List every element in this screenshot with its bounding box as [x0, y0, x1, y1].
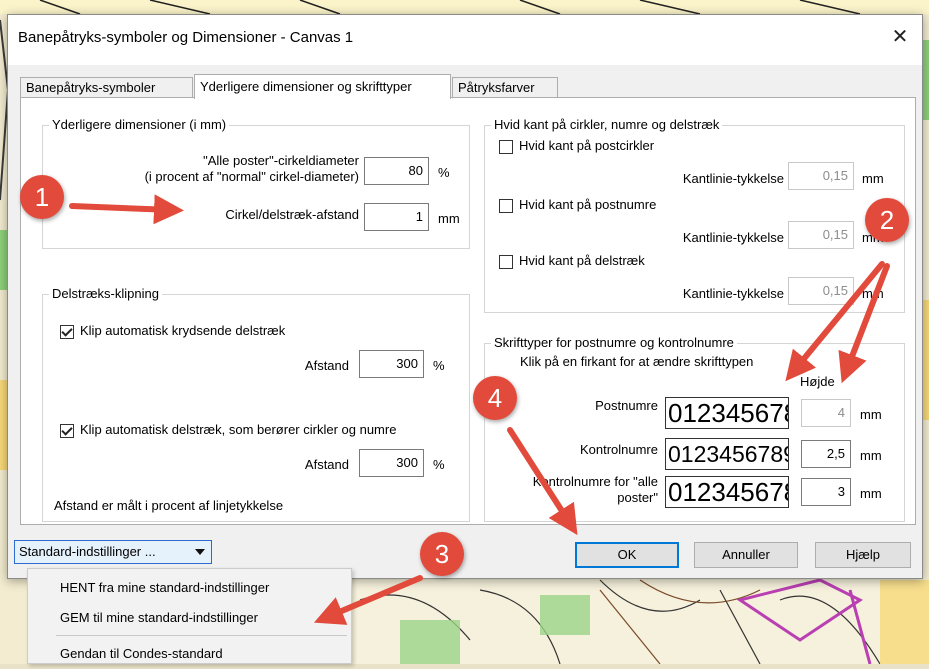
circle-leg-distance-input[interactable]: 1 — [364, 203, 429, 231]
fonts-hint: Klik på en firkant for at ændre skriftty… — [520, 354, 754, 369]
menu-item-load-defaults[interactable]: HENT fra mine standard-indstillinger — [28, 573, 351, 603]
postnumbers-height-input[interactable]: 4 — [801, 399, 851, 427]
allposts-label-2: poster" — [617, 490, 658, 505]
auto-clip-crossing-checkbox[interactable] — [60, 325, 74, 339]
title-bar: Banepåtryks-symboler og Dimensioner - Ca… — [8, 15, 922, 65]
distance-1-unit: % — [433, 358, 445, 373]
circle-diameter-input[interactable]: 80 — [364, 157, 429, 185]
distance-1-input[interactable]: 300 — [359, 350, 424, 378]
allposts-label: Kontrolnumre for "alle — [532, 474, 658, 489]
white-edge-circles-checkbox[interactable] — [499, 140, 513, 154]
tab-panel: Yderligere dimensioner (i mm) "Alle post… — [20, 97, 916, 525]
circle-diameter-sublabel: (i procent af "normal" cirkel-diameter) — [144, 169, 359, 184]
standard-settings-dropdown[interactable]: Standard-indstillinger ... — [14, 540, 212, 564]
help-button[interactable]: Hjælp — [815, 542, 911, 568]
circle-leg-distance-label: Cirkel/delstræk-afstand — [225, 207, 359, 222]
thickness-1-unit: mm — [862, 171, 884, 186]
group-dimensions-title: Yderligere dimensioner (i mm) — [49, 117, 230, 132]
callout-3-badge: 3 — [420, 532, 464, 576]
thickness-1-input[interactable]: 0,15 — [788, 162, 854, 190]
circle-leg-distance-unit: mm — [438, 211, 460, 226]
thickness-2-input[interactable]: 0,15 — [788, 221, 854, 249]
group-dimensions: Yderligere dimensioner (i mm) "Alle post… — [42, 117, 470, 249]
menu-item-restore-condes[interactable]: Gendan til Condes-standard — [28, 639, 351, 669]
thickness-3-label: Kantlinie-tykkelse — [682, 286, 784, 301]
controlnumbers-font-box[interactable]: 0123456789 — [665, 438, 789, 470]
postnumbers-height-unit: mm — [860, 407, 882, 422]
group-white-edge-title: Hvid kant på cirkler, numre og delstræk — [491, 117, 723, 132]
thickness-3-unit: mm — [862, 286, 884, 301]
controlnumbers-height-input[interactable]: 2,5 — [801, 440, 851, 468]
group-fonts-title: Skrifttyper for postnumre og kontrolnumr… — [491, 335, 737, 350]
group-leg-clipping: Delstræks-klipning Klip automatisk kryds… — [42, 286, 470, 522]
auto-clip-crossing-label[interactable]: Klip automatisk krydsende delstræk — [80, 323, 285, 338]
clip-footnote: Afstand er målt i procent af linjetykkel… — [54, 498, 284, 513]
standard-settings-menu: HENT fra mine standard-indstillinger GEM… — [27, 568, 352, 664]
tab-print-colors[interactable]: Påtryksfarver — [452, 77, 558, 98]
group-white-edge: Hvid kant på cirkler, numre og delstræk … — [484, 117, 905, 313]
settings-dialog: Banepåtryks-symboler og Dimensioner - Ca… — [7, 14, 923, 579]
group-leg-clipping-title: Delstræks-klipning — [49, 286, 162, 301]
allposts-height-input[interactable]: 3 — [801, 478, 851, 506]
standard-settings-label: Standard-indstillinger ... — [19, 544, 156, 559]
postnumbers-label: Postnumre — [595, 398, 658, 413]
callout-1-badge: 1 — [20, 175, 64, 219]
height-header: Højde — [800, 374, 835, 389]
distance-2-input[interactable]: 300 — [359, 449, 424, 477]
menu-separator — [56, 635, 347, 636]
circle-diameter-label: "Alle poster"-cirkeldiameter — [203, 153, 359, 168]
close-icon[interactable]: ✕ — [888, 25, 912, 49]
auto-clip-touching-label[interactable]: Klip automatisk delstræk, som berører ci… — [80, 422, 396, 437]
postnumbers-font-box[interactable]: 0123456789 — [665, 397, 789, 429]
allposts-height-unit: mm — [860, 486, 882, 501]
thickness-3-input[interactable]: 0,15 — [788, 277, 854, 305]
white-edge-numbers-label[interactable]: Hvid kant på postnumre — [519, 197, 656, 212]
tab-course-symbols[interactable]: Banepåtryks-symboler — [20, 77, 193, 98]
group-fonts: Skrifttyper for postnumre og kontrolnumr… — [484, 335, 905, 522]
white-edge-numbers-checkbox[interactable] — [499, 199, 513, 213]
callout-2-badge: 2 — [865, 198, 909, 242]
thickness-2-label: Kantlinie-tykkelse — [682, 230, 784, 245]
menu-item-save-defaults[interactable]: GEM til mine standard-indstillinger — [28, 603, 351, 633]
cancel-button[interactable]: Annuller — [694, 542, 798, 568]
distance-2-label: Afstand — [304, 457, 349, 472]
controlnumbers-height-unit: mm — [860, 448, 882, 463]
controlnumbers-label: Kontrolnumre — [579, 442, 658, 457]
distance-2-unit: % — [433, 457, 445, 472]
auto-clip-touching-checkbox[interactable] — [60, 424, 74, 438]
thickness-1-label: Kantlinie-tykkelse — [682, 171, 784, 186]
distance-1-label: Afstand — [304, 358, 349, 373]
white-edge-legs-label[interactable]: Hvid kant på delstræk — [519, 253, 645, 268]
allposts-font-box[interactable]: 0123456789 — [665, 476, 789, 508]
white-edge-circles-label[interactable]: Hvid kant på postcirkler — [519, 138, 654, 153]
white-edge-legs-checkbox[interactable] — [499, 255, 513, 269]
circle-diameter-unit: % — [438, 165, 450, 180]
chevron-down-icon — [195, 549, 205, 555]
ok-button[interactable]: OK — [575, 542, 679, 568]
callout-4-badge: 4 — [473, 376, 517, 420]
window-title: Banepåtryks-symboler og Dimensioner - Ca… — [18, 29, 354, 46]
tab-dimensions-fonts[interactable]: Yderligere dimensioner og skrifttyper — [194, 74, 451, 99]
